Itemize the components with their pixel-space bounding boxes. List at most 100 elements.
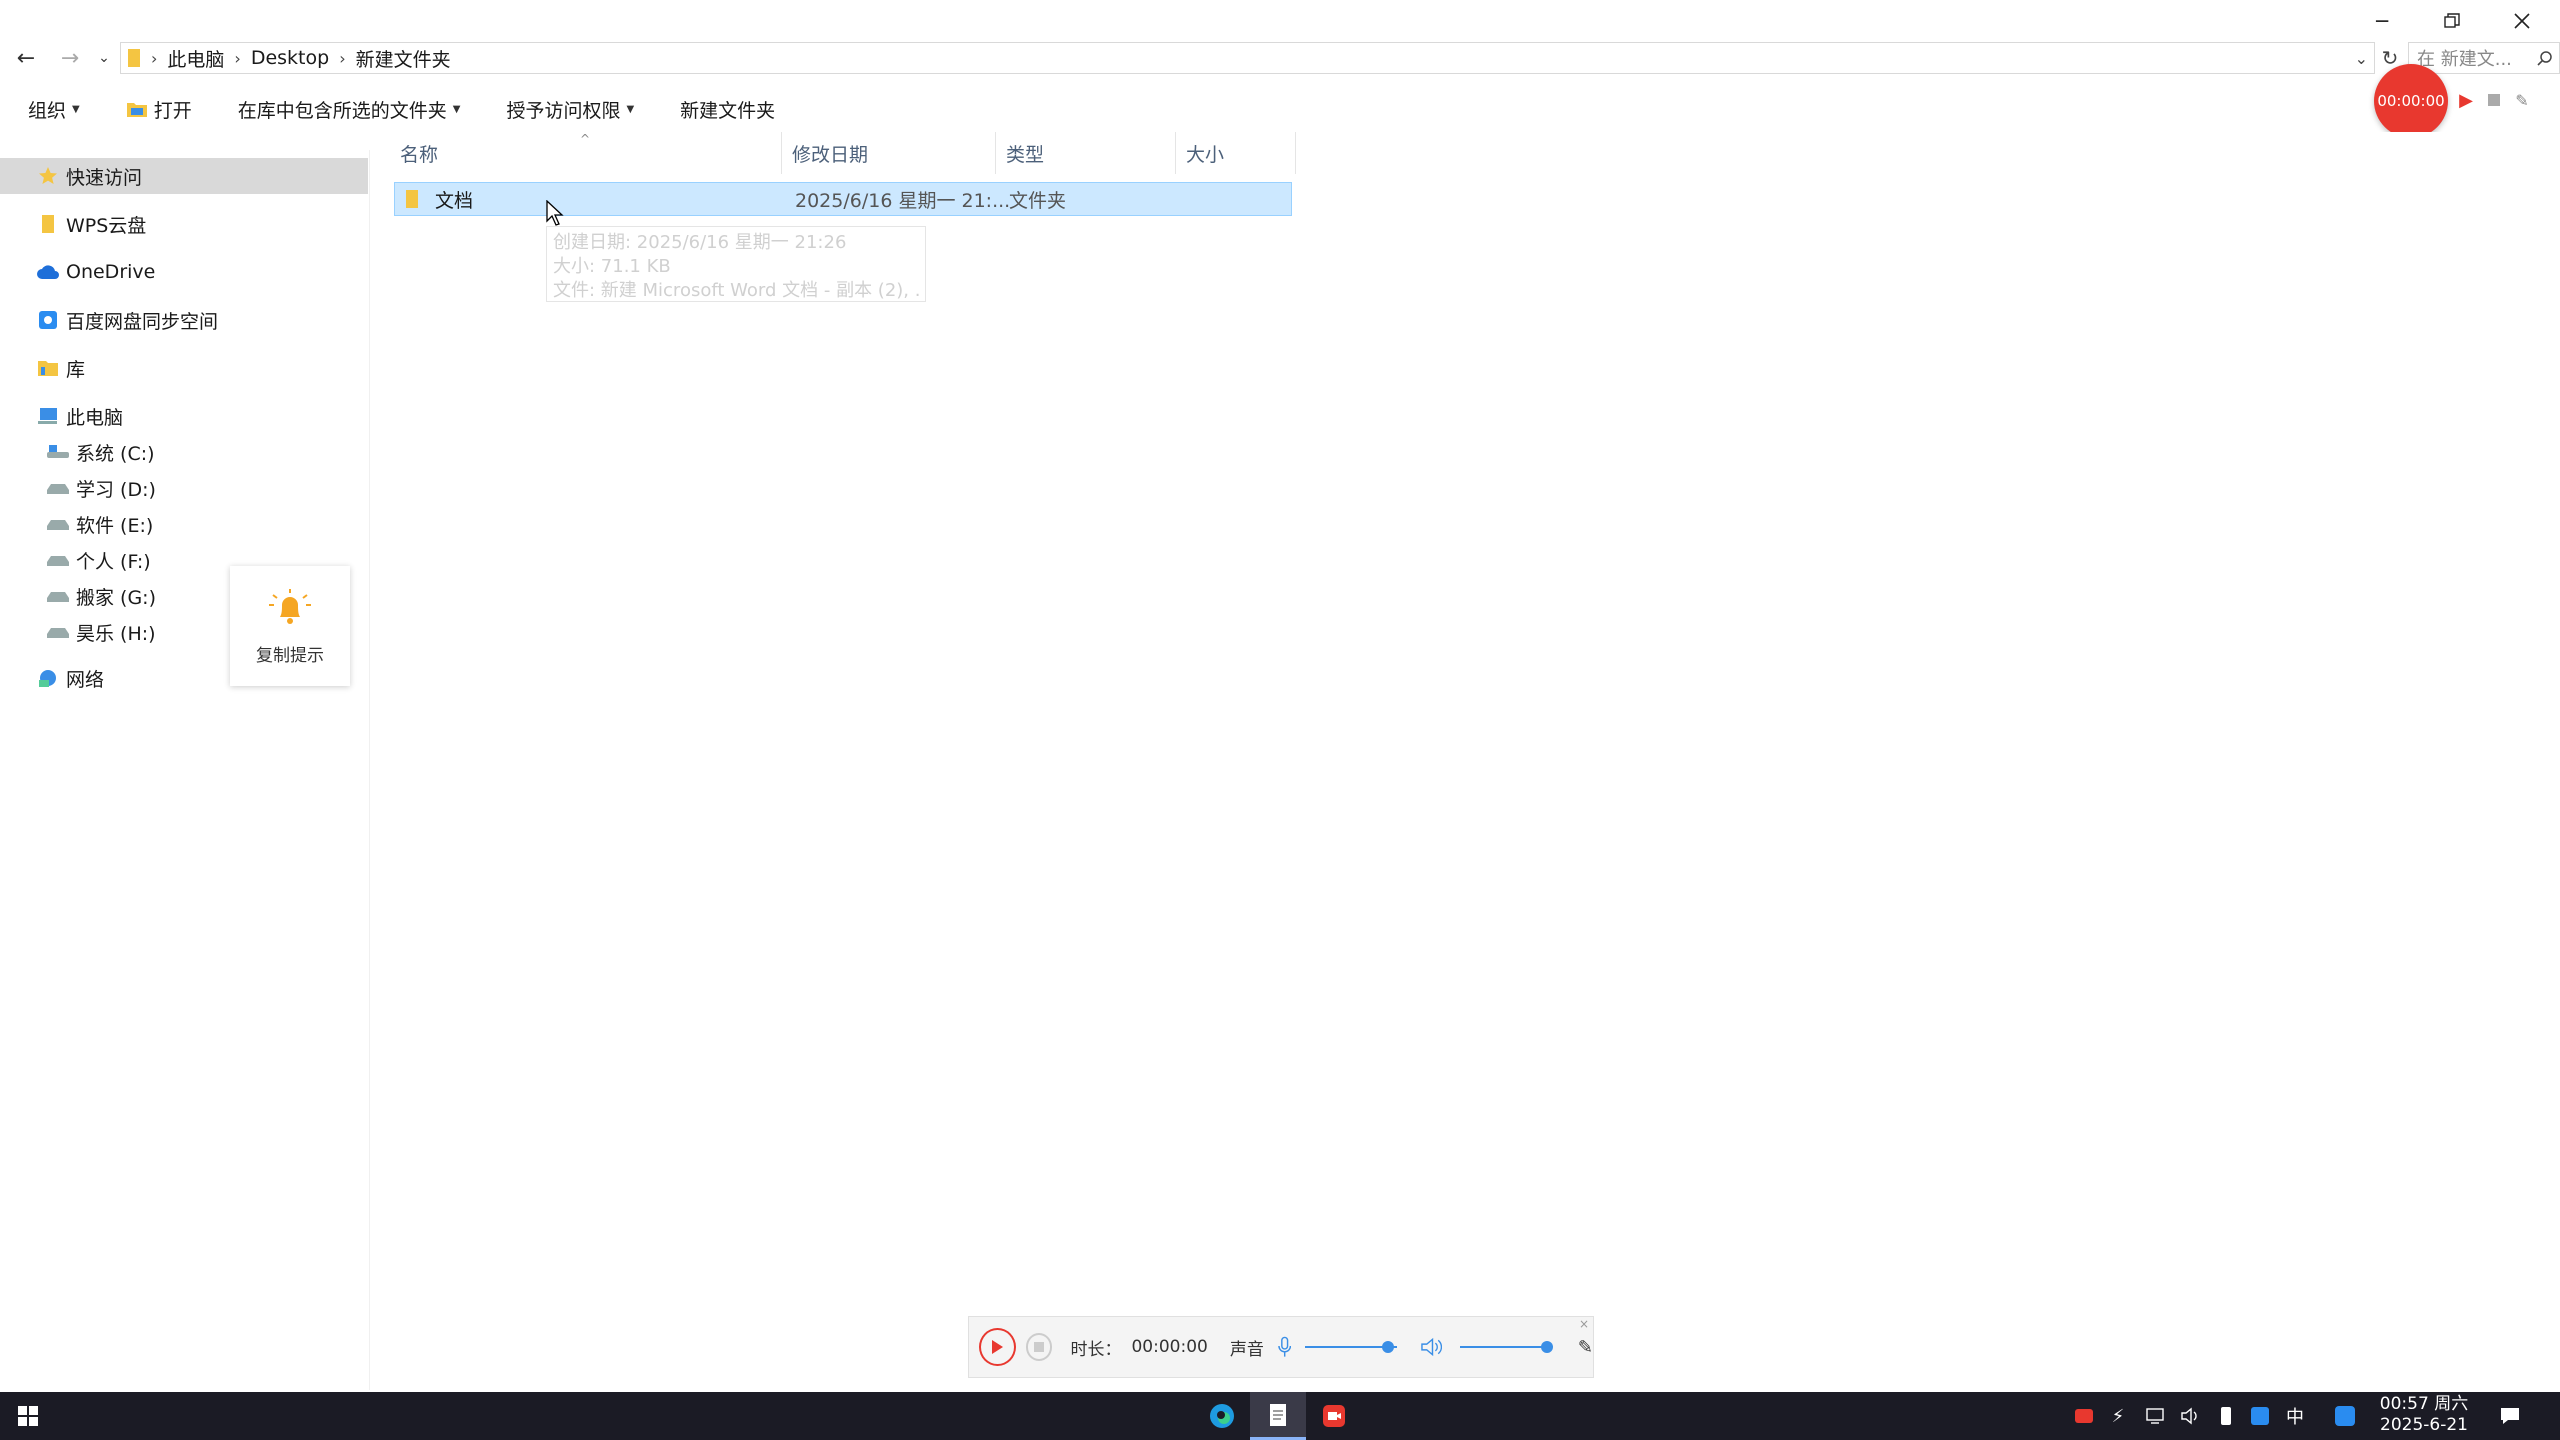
open-folder-icon <box>126 103 147 117</box>
tray-recorder-icon[interactable] <box>2070 1392 2098 1440</box>
include-in-library-button[interactable]: 在库中包含所选的文件夹 ▼ <box>238 96 461 123</box>
duration-label: 时长： <box>1070 1339 1122 1360</box>
tray-network-icon[interactable] <box>2140 1392 2172 1440</box>
stop-button[interactable] <box>1025 1333 1053 1361</box>
nav-library-label: 库 <box>66 358 86 381</box>
chevron-right-icon: › <box>339 48 346 68</box>
breadcrumb-new-folder[interactable]: 新建文件夹 <box>356 45 451 72</box>
start-button[interactable] <box>0 1392 56 1440</box>
restore-button[interactable] <box>2418 0 2486 42</box>
copy-hint-label: 复制提示 <box>256 645 324 666</box>
folder-icon <box>405 183 419 215</box>
recorder-edit-button[interactable]: ✎ <box>2510 88 2534 112</box>
column-header-name[interactable]: 名称 <box>390 132 782 174</box>
recorder-stop-button[interactable] <box>2482 88 2506 112</box>
breadcrumb-this-pc[interactable]: 此电脑 <box>167 45 224 72</box>
tray-usb-icon[interactable] <box>2212 1392 2240 1440</box>
speaker-volume-slider[interactable] <box>1460 1341 1554 1353</box>
recorder-record-button[interactable]: 00:00:00 <box>2374 64 2448 138</box>
search-icon <box>2537 51 2552 66</box>
address-dropdown-icon[interactable]: ⌄ <box>2355 49 2368 68</box>
tray-bolt-icon[interactable]: ⚡ <box>2104 1392 2132 1440</box>
nav-onedrive-label: OneDrive <box>66 261 156 283</box>
nav-drive-label: 学习 (D:) <box>76 478 156 501</box>
mouse-cursor-icon <box>546 200 564 226</box>
taskbar-recorder[interactable] <box>1306 1392 1362 1440</box>
notification-button[interactable] <box>2492 1392 2528 1440</box>
stop-icon <box>2488 94 2500 106</box>
close-button[interactable] <box>2488 0 2556 42</box>
file-row[interactable]: 文档 2025/6/16 星期一 21:... 文件夹 <box>394 182 1292 216</box>
arrow-left-icon: ← <box>16 45 36 71</box>
edge-icon <box>1210 1404 1234 1428</box>
address-bar[interactable]: › 此电脑 › Desktop › 新建文件夹 ⌄ <box>120 42 2375 74</box>
nav-drive-label: 系统 (C:) <box>76 442 155 465</box>
microphone-icon[interactable] <box>1278 1336 1291 1358</box>
nav-drive-d[interactable]: 学习 (D:) <box>0 470 368 506</box>
column-header-type[interactable]: 类型 <box>996 132 1176 174</box>
nav-library[interactable]: 库 <box>0 350 368 386</box>
forward-button[interactable]: → <box>50 44 90 72</box>
open-button[interactable]: 打开 <box>126 96 192 123</box>
minimize-button[interactable]: ─ <box>2348 0 2416 42</box>
breadcrumb-desktop[interactable]: Desktop <box>251 47 329 69</box>
restore-icon <box>2444 13 2460 28</box>
arrow-right-icon: → <box>60 45 80 71</box>
clock-time: 00:57 周六 <box>2379 1394 2469 1414</box>
caret-down-icon: ▼ <box>452 103 461 115</box>
taskbar-file-explorer[interactable] <box>1250 1392 1306 1440</box>
tray-search-app-icon[interactable] <box>2330 1392 2360 1440</box>
close-icon[interactable]: × <box>1579 1317 1589 1331</box>
nav-wps-cloud[interactable]: WPS云盘 <box>0 206 368 242</box>
mic-volume-slider[interactable] <box>1305 1341 1398 1353</box>
nav-quick-access[interactable]: 快速访问 <box>0 158 368 194</box>
new-folder-button[interactable]: 新建文件夹 <box>680 96 775 123</box>
column-header-modified[interactable]: 修改日期 <box>782 132 996 174</box>
column-header-type-label: 类型 <box>1006 143 1045 166</box>
speaker-icon[interactable] <box>1421 1337 1443 1357</box>
record-button[interactable] <box>979 1328 1016 1366</box>
recent-locations-button[interactable]: ⌄ <box>92 44 116 72</box>
drive-icon <box>46 584 70 608</box>
copy-hint-popup[interactable]: 复制提示 <box>230 566 350 686</box>
clock-date: 2025-6-21 <box>2380 1415 2468 1435</box>
tray-app-icon[interactable] <box>2246 1392 2274 1440</box>
tray-volume-icon[interactable] <box>2176 1392 2206 1440</box>
taskbar-edge[interactable] <box>1194 1392 1250 1440</box>
taskbar-clock[interactable]: 00:57 周六 2025-6-21 <box>2372 1394 2476 1438</box>
nav-network-label: 网络 <box>66 668 105 691</box>
column-header-size[interactable]: 大小 <box>1176 132 1296 174</box>
column-header-name-label: 名称 <box>400 143 439 166</box>
grant-access-button[interactable]: 授予访问权限 ▼ <box>506 96 634 123</box>
tooltip-size: 大小: 71.1 KB <box>553 256 671 277</box>
folder-icon <box>127 48 141 68</box>
organize-button[interactable]: 组织 ▼ <box>28 96 80 123</box>
nav-drive-e[interactable]: 软件 (E:) <box>0 506 368 542</box>
taskbar: ⚡ 中 00:57 周六 2025-6-21 <box>0 1392 2560 1440</box>
windows-icon <box>18 1406 38 1426</box>
play-icon: ▶ <box>2459 89 2473 111</box>
tray-ime[interactable]: 中 <box>2280 1392 2310 1440</box>
new-folder-label: 新建文件夹 <box>680 99 776 122</box>
pen-icon[interactable]: ✎ <box>1578 1337 1593 1358</box>
nav-wps-cloud-label: WPS云盘 <box>66 214 147 237</box>
close-icon <box>2514 13 2530 29</box>
nav-baidu-label: 百度网盘同步空间 <box>66 310 219 333</box>
mic-volume-knob[interactable] <box>1382 1341 1395 1353</box>
organize-label: 组织 <box>28 99 67 122</box>
back-button[interactable]: ← <box>6 44 46 72</box>
recorder-play-button[interactable]: ▶ <box>2454 88 2478 112</box>
nav-baidu[interactable]: 百度网盘同步空间 <box>0 302 368 338</box>
drive-icon <box>46 620 70 644</box>
nav-quick-access-label: 快速访问 <box>66 166 143 189</box>
nav-drive-label: 昊乐 (H:) <box>76 622 156 645</box>
system-drive-icon <box>46 440 70 464</box>
folder-tooltip: 创建日期: 2025/6/16 星期一 21:26 大小: 71.1 KB 文件… <box>546 226 926 302</box>
nav-this-pc[interactable]: 此电脑 <box>0 398 368 434</box>
network-icon <box>36 666 60 690</box>
chevron-right-icon: › <box>234 48 241 68</box>
nav-onedrive[interactable]: OneDrive <box>0 254 368 290</box>
search-placeholder: 在 新建文... <box>2417 49 2512 70</box>
nav-drive-c[interactable]: 系统 (C:) <box>0 434 368 470</box>
speaker-volume-knob[interactable] <box>1541 1341 1554 1353</box>
